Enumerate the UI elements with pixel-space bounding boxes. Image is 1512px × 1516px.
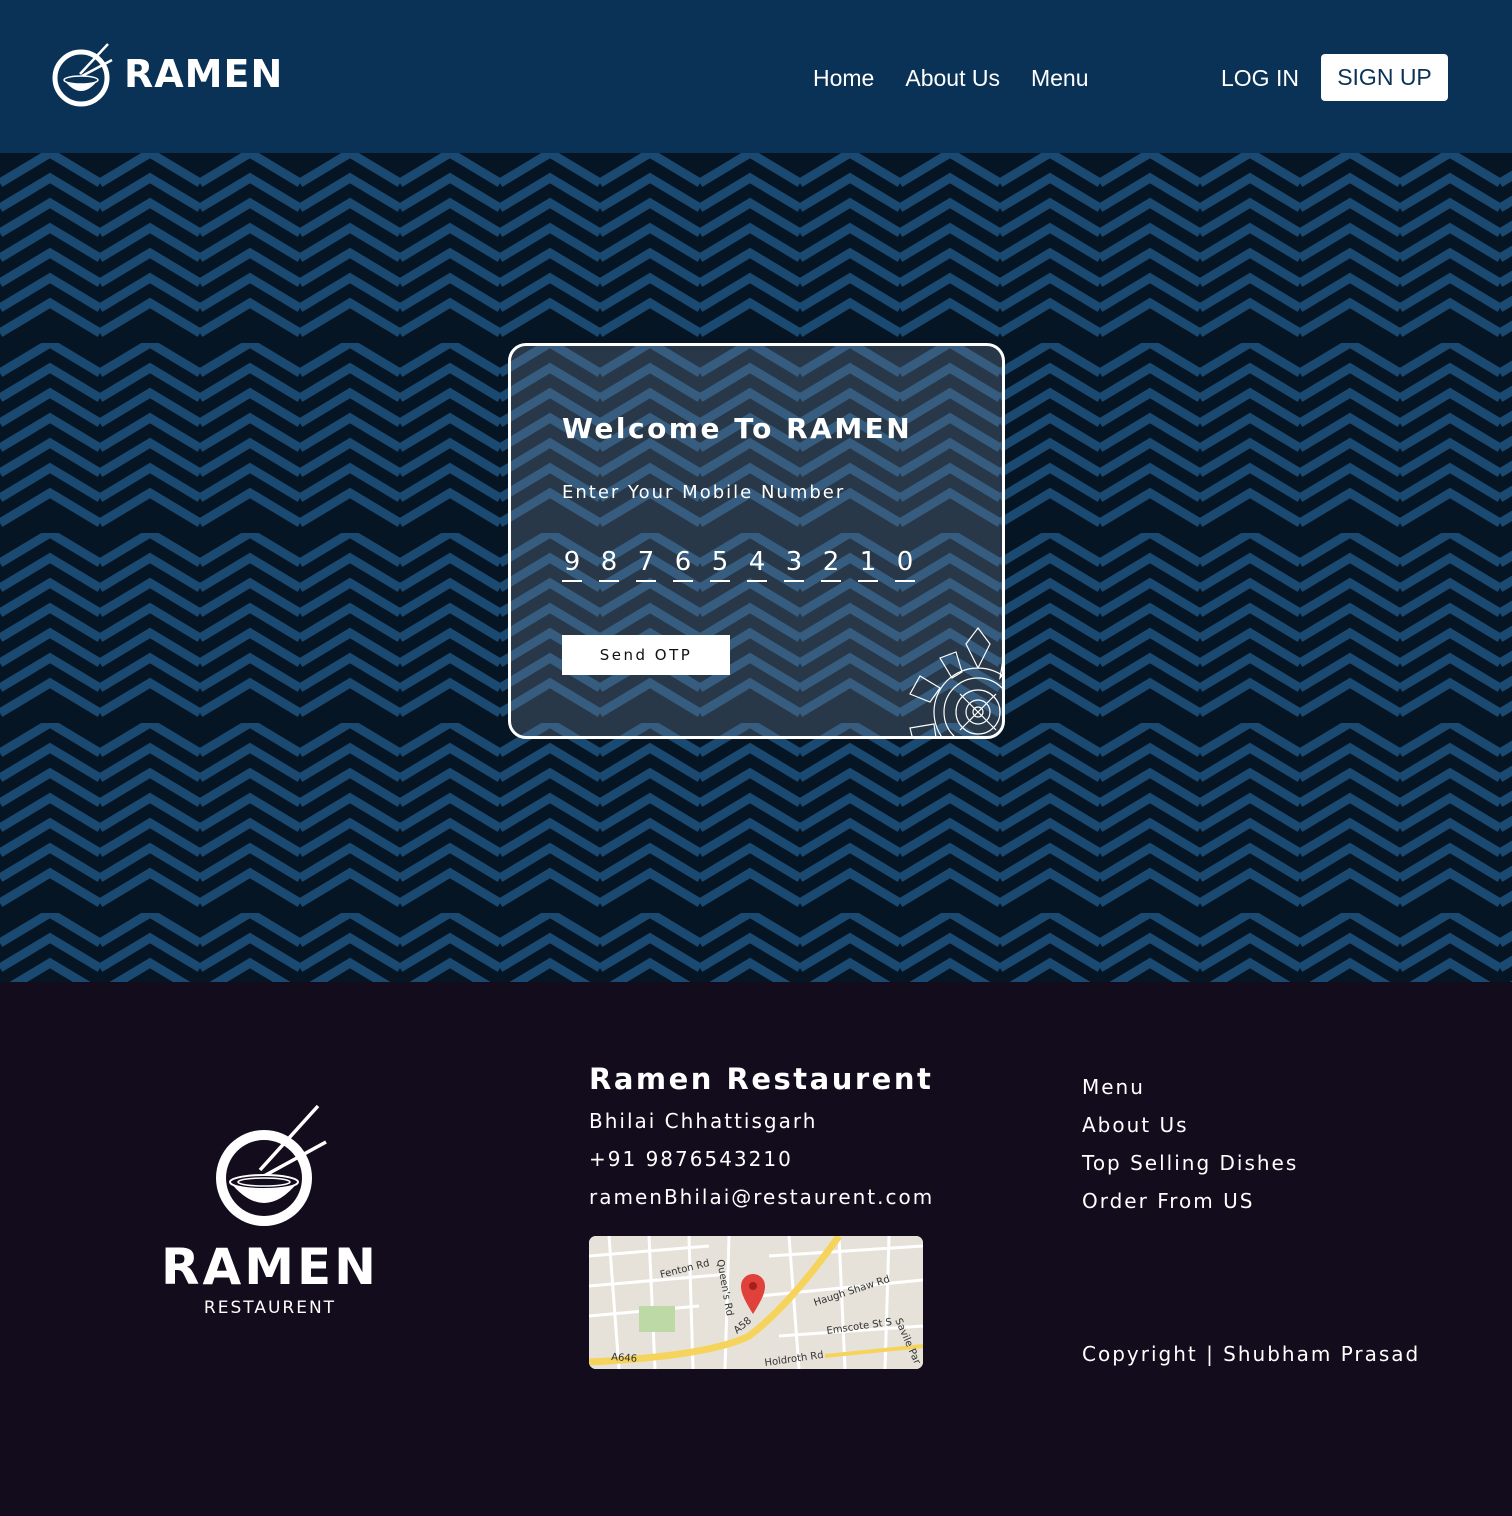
nav-about-us[interactable]: About Us — [905, 64, 1000, 92]
digit-field[interactable]: 9 — [562, 544, 582, 582]
restaurant-name: Ramen Restaurent — [589, 1062, 934, 1096]
contact-info: Ramen Restaurent Bhilai Chhattisgarh +91… — [589, 1062, 934, 1216]
mobile-number-input[interactable]: 9 8 7 6 5 4 3 2 1 0 — [562, 544, 915, 582]
map-image: Fenton Rd Queen's Rd Haugh Shaw Rd Emsco… — [589, 1236, 923, 1369]
footer-link-top-selling[interactable]: Top Selling Dishes — [1082, 1144, 1298, 1182]
mobile-number-label: Enter Your Mobile Number — [562, 482, 846, 503]
location-map[interactable]: Fenton Rd Queen's Rd Haugh Shaw Rd Emsco… — [589, 1236, 923, 1369]
digit-field[interactable]: 5 — [710, 544, 730, 582]
footer-links: Menu About Us Top Selling Dishes Order F… — [1082, 1068, 1298, 1220]
digit-field[interactable]: 1 — [858, 544, 878, 582]
nav-menu[interactable]: Menu — [1031, 64, 1089, 92]
login-link[interactable]: LOG IN — [1221, 64, 1299, 92]
digit-field[interactable]: 4 — [747, 544, 767, 582]
restaurant-location: Bhilai Chhattisgarh — [589, 1109, 818, 1133]
digit-field[interactable]: 6 — [673, 544, 693, 582]
copyright-text: Copyright | Shubham Prasad — [1082, 1342, 1421, 1366]
login-card: Welcome To RAMEN Enter Your Mobile Numbe… — [508, 343, 1005, 739]
mandala-decoration-icon — [909, 627, 1002, 736]
welcome-title: Welcome To RAMEN — [562, 412, 913, 445]
nav-home[interactable]: Home — [813, 64, 874, 92]
ramen-bowl-icon — [216, 1104, 327, 1226]
site-header: RAMEN Home About Us Menu LOG IN SIGN UP — [0, 0, 1512, 153]
main-nav: Home About Us Menu — [813, 64, 1089, 92]
footer-logo: RAMEN RESTAURENT — [150, 1102, 390, 1318]
signup-button[interactable]: SIGN UP — [1321, 54, 1448, 101]
footer-link-about-us[interactable]: About Us — [1082, 1106, 1298, 1144]
brand-logo[interactable]: RAMEN — [52, 40, 283, 108]
restaurant-email[interactable]: ramenBhilai@restaurent.com — [589, 1178, 934, 1216]
restaurant-phone: +91 9876543210 — [589, 1147, 793, 1171]
digit-field[interactable]: 7 — [636, 544, 656, 582]
hero-section: Welcome To RAMEN Enter Your Mobile Numbe… — [0, 153, 1512, 982]
map-label: A646 — [611, 1352, 638, 1365]
site-footer: RAMEN RESTAURENT Ramen Restaurent Bhilai… — [0, 982, 1512, 1516]
footer-brand-subtitle: RESTAURENT — [203, 1298, 337, 1318]
digit-field[interactable]: 2 — [821, 544, 841, 582]
footer-brand-name: RAMEN — [161, 1238, 379, 1296]
digit-field[interactable]: 8 — [599, 544, 619, 582]
ramen-bowl-icon — [52, 43, 113, 107]
digit-field[interactable]: 0 — [895, 544, 915, 582]
brand-name: RAMEN — [124, 52, 284, 96]
send-otp-button[interactable]: Send OTP — [562, 635, 730, 675]
footer-link-order[interactable]: Order From US — [1082, 1182, 1298, 1220]
digit-field[interactable]: 3 — [784, 544, 804, 582]
footer-link-menu[interactable]: Menu — [1082, 1068, 1298, 1106]
